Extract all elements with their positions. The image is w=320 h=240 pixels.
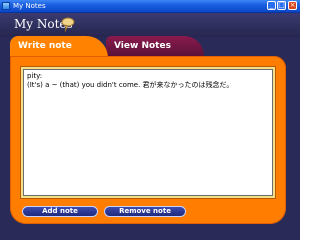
note-textarea[interactable]: pity: (It's) a ~ (that) you didn't come.… bbox=[23, 69, 273, 196]
write-note-panel: pity: (It's) a ~ (that) you didn't come.… bbox=[10, 56, 286, 224]
tab-view-notes[interactable]: View Notes bbox=[106, 36, 204, 56]
window-title: My Notes bbox=[13, 2, 46, 10]
pin-icon bbox=[61, 17, 75, 33]
app-header: My Notes bbox=[0, 13, 300, 37]
note-editor-frame: pity: (It's) a ~ (that) you didn't come.… bbox=[20, 66, 276, 199]
minimize-button[interactable]: _ bbox=[267, 1, 276, 10]
tab-write-note[interactable]: Write note bbox=[10, 36, 108, 58]
maximize-button[interactable]: □ bbox=[277, 1, 286, 10]
remove-note-button[interactable]: Remove note bbox=[104, 206, 186, 217]
add-note-button[interactable]: Add note bbox=[22, 206, 98, 217]
title-bar[interactable]: My Notes _ □ × bbox=[0, 0, 300, 13]
note-line: (It's) a ~ (that) you didn't come. 君が来なか… bbox=[27, 81, 234, 89]
note-line: pity: bbox=[27, 72, 43, 80]
app-window: My Notes _ □ × My Notes View Notes Write… bbox=[0, 0, 300, 240]
close-button[interactable]: × bbox=[288, 1, 297, 10]
app-icon bbox=[2, 2, 10, 10]
